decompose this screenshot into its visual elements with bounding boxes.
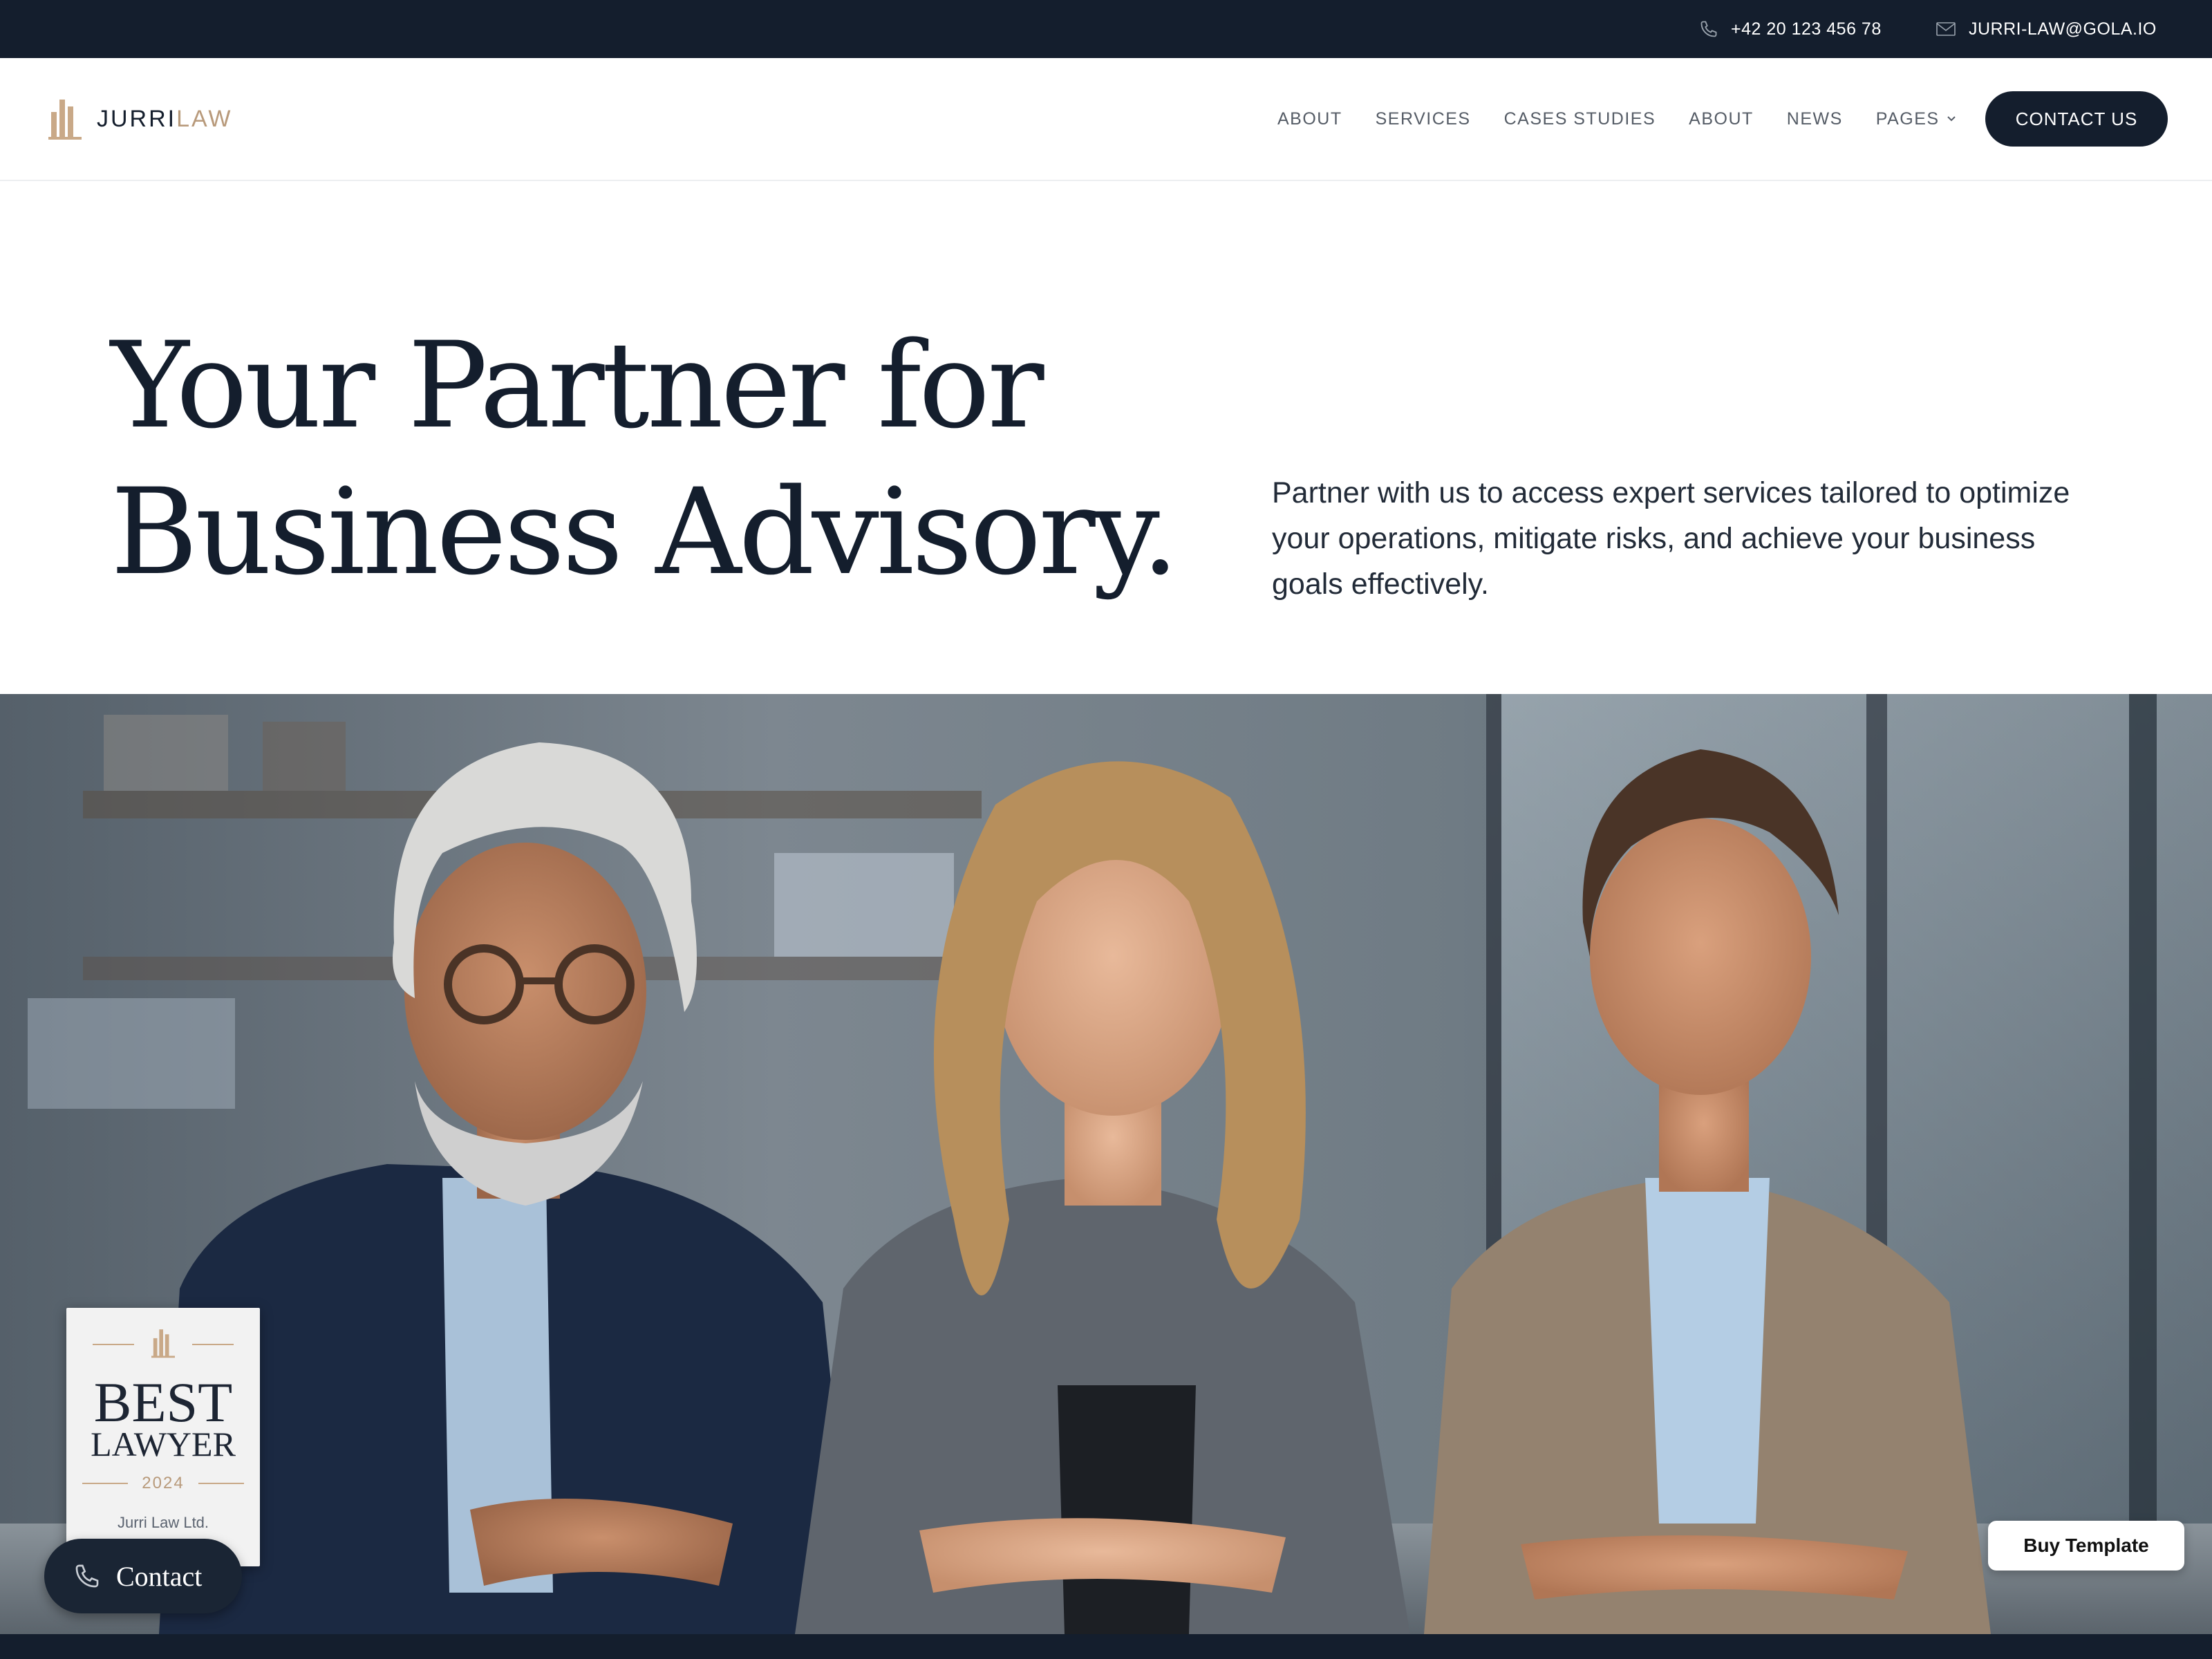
nav-item-label: ABOUT [1689, 109, 1754, 129]
phone-icon [75, 1564, 99, 1588]
nav-item-cases-studies[interactable]: CASES STUDIES [1504, 109, 1656, 129]
pillars-icon [48, 100, 82, 140]
award-year-rule-right [198, 1483, 244, 1484]
award-pillars-icon [66, 1327, 260, 1359]
nav-item-label: NEWS [1786, 109, 1843, 129]
contact-us-button[interactable]: CONTACT US [1985, 91, 2168, 147]
logo-wordmark: JURRILAW [97, 106, 233, 133]
envelope-icon [1936, 22, 1956, 36]
section-divider-strip [0, 1634, 2212, 1659]
award-year: 2024 [142, 1474, 185, 1492]
team-photo-illustration [0, 694, 2212, 1634]
buy-template-button[interactable]: Buy Template [1988, 1521, 2184, 1571]
email-link[interactable]: JURRI-LAW@GOLA.IO [1936, 0, 2157, 58]
chevron-down-icon [1947, 116, 1956, 122]
nav-item-label: PAGES [1875, 109, 1940, 129]
phone-icon [1700, 21, 1717, 37]
nav-item-label: CASES STUDIES [1503, 109, 1656, 129]
phone-number: +42 20 123 456 78 [1731, 19, 1882, 39]
hero-description: Partner with us to access expert service… [1272, 476, 2070, 601]
email-address: JURRI-LAW@GOLA.IO [1969, 19, 2157, 39]
nav-item-about-2[interactable]: ABOUT [1689, 109, 1754, 129]
hero-title-line-2: Business Advisory. [111, 462, 1179, 601]
site-header: JURRILAW ABOUT SERVICES CASES STUDIES AB… [0, 58, 2212, 181]
nav-item-label: SERVICES [1375, 109, 1471, 129]
floating-contact-button[interactable]: Contact [44, 1539, 242, 1613]
award-subtitle: LAWYER [91, 1425, 236, 1463]
nav-item-about[interactable]: ABOUT [1277, 109, 1342, 129]
main-nav: ABOUT SERVICES CASES STUDIES ABOUT NEWS … [1277, 58, 1989, 180]
award-rule-left [93, 1344, 134, 1345]
award-company: Jurri Law Ltd. [117, 1514, 209, 1531]
award-year-rule-left [82, 1483, 129, 1484]
nav-item-news[interactable]: NEWS [1787, 109, 1843, 129]
phone-link[interactable]: +42 20 123 456 78 [1699, 0, 1882, 58]
site-logo[interactable]: JURRILAW [48, 97, 233, 141]
award-rule-right [192, 1344, 234, 1345]
best-lawyer-award-badge: BEST LAWYER 2024 Jurri Law Ltd. New York [66, 1308, 260, 1566]
top-contact-bar: +42 20 123 456 78 JURRI-LAW@GOLA.IO [0, 0, 2212, 58]
hero-title: Your Partner for Business Advisory. [111, 312, 1217, 606]
floating-contact-label: Contact [116, 1560, 203, 1592]
logo-secondary-text: LAW [176, 105, 233, 132]
team-photo [0, 694, 2212, 1634]
award-year-row: 2024 [66, 1474, 260, 1493]
nav-item-services[interactable]: SERVICES [1376, 109, 1471, 129]
logo-primary-text: JURRI [97, 105, 177, 132]
nav-item-pages[interactable]: PAGES [1876, 109, 1956, 129]
hero-title-line-1: Your Partner for [111, 316, 1044, 455]
nav-item-label: ABOUT [1277, 109, 1342, 129]
